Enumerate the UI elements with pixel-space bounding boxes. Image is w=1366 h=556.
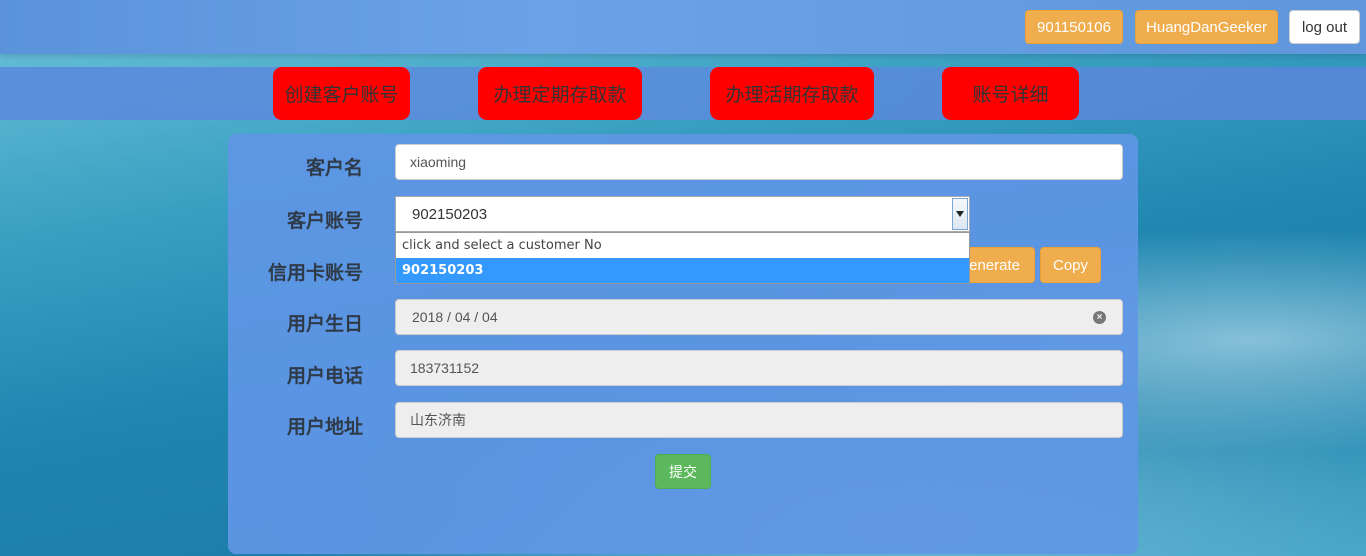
top-bar: 901150106 HuangDanGeeker log out <box>0 0 1366 54</box>
nav-create-customer-account[interactable]: 创建客户账号 <box>273 67 410 120</box>
phone-input[interactable]: 183731152 <box>395 350 1123 386</box>
chevron-down-icon[interactable] <box>952 198 968 230</box>
phone-label: 用户电话 <box>286 366 363 387</box>
clear-icon[interactable]: × <box>1093 311 1106 324</box>
address-label: 用户地址 <box>286 417 363 438</box>
customer-name-label: 客户名 <box>305 158 363 179</box>
username-button[interactable]: HuangDanGeeker <box>1135 10 1278 44</box>
nav-bar: 创建客户账号 办理定期存取款 办理活期存取款 账号详细 <box>0 67 1366 120</box>
birthday-label: 用户生日 <box>286 314 363 335</box>
customer-account-label: 客户账号 <box>286 211 363 232</box>
nav-current-deposit[interactable]: 办理活期存取款 <box>710 67 874 120</box>
address-input[interactable]: 山东济南 <box>395 402 1123 438</box>
logout-button[interactable]: log out <box>1289 10 1360 44</box>
customer-account-dropdown: click and select a customer No 902150203 <box>395 232 970 284</box>
dropdown-option[interactable]: click and select a customer No <box>396 233 969 258</box>
submit-button[interactable]: 提交 <box>655 454 711 489</box>
customer-name-input[interactable]: xiaoming <box>395 144 1123 180</box>
customer-account-select[interactable]: 902150203 <box>395 196 970 232</box>
copy-button[interactable]: Copy <box>1040 247 1101 283</box>
birthday-input[interactable]: 2018 / 04 / 04 × <box>395 299 1123 335</box>
account-number-button[interactable]: 901150106 <box>1025 10 1123 44</box>
nav-fixed-deposit[interactable]: 办理定期存取款 <box>478 67 642 120</box>
birthday-value: 2018 / 04 / 04 <box>412 309 498 325</box>
customer-account-selected-value: 902150203 <box>412 205 488 223</box>
dropdown-option-selected[interactable]: 902150203 <box>396 258 969 283</box>
nav-account-details[interactable]: 账号详细 <box>942 67 1079 120</box>
credit-card-label: 信用卡账号 <box>267 263 363 284</box>
